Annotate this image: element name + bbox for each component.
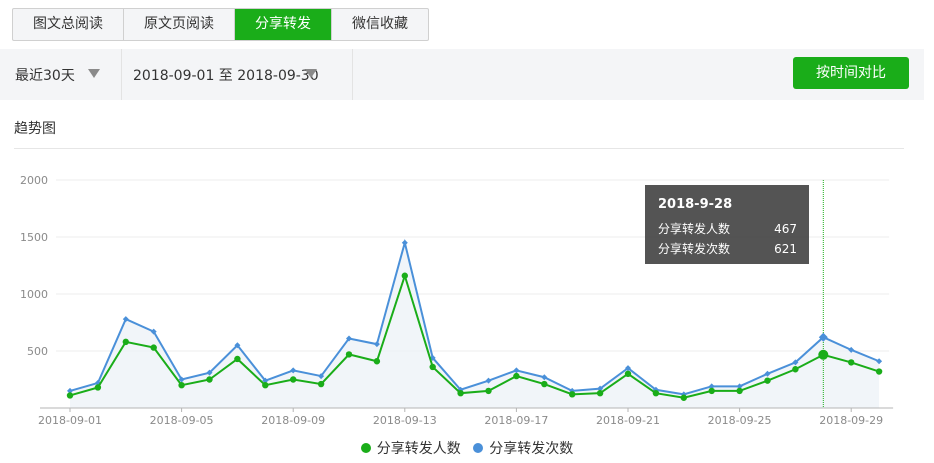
x-tick-label: 2018-09-29 <box>819 414 883 427</box>
data-point <box>764 377 771 384</box>
x-tick-label: 2018-09-05 <box>150 414 214 427</box>
data-point <box>94 384 102 391</box>
data-point <box>317 380 325 388</box>
tooltip-row: 分享转发次数 621 <box>658 239 797 259</box>
tooltip-row-label: 分享转发人数 <box>658 222 731 236</box>
data-point <box>66 392 74 399</box>
y-tick-label: 1000 <box>20 288 48 301</box>
data-point <box>262 382 269 389</box>
data-point <box>290 376 297 383</box>
legend-label: 分享转发人数 <box>376 441 461 457</box>
data-point <box>345 351 353 358</box>
data-point <box>792 366 799 373</box>
data-point <box>541 380 548 388</box>
y-tick-label: 1500 <box>20 231 48 244</box>
x-tick-label: 2018-09-01 <box>38 414 102 427</box>
data-point <box>457 389 464 397</box>
x-tick-label: 2018-09-09 <box>261 414 325 427</box>
legend-label: 分享转发次数 <box>489 441 574 457</box>
y-tick-label: 500 <box>27 345 48 358</box>
x-tick-label: 2018-09-13 <box>373 414 437 427</box>
x-tick-label: 2018-09-17 <box>484 414 548 427</box>
data-point <box>708 387 715 395</box>
chart-legend: 分享转发人数 分享转发次数 <box>0 438 934 458</box>
tab-share-forward[interactable]: 分享转发 <box>235 9 332 40</box>
data-point <box>401 239 408 246</box>
legend-dot-icon <box>360 443 371 453</box>
compare-by-time-button[interactable]: 按时间对比 <box>793 57 909 89</box>
data-point <box>596 389 604 397</box>
data-point <box>818 349 829 360</box>
range-select[interactable]: 最近30天 <box>0 49 122 100</box>
data-point <box>373 358 381 365</box>
series-line <box>69 238 880 396</box>
x-tick-label: 2018-09-25 <box>708 414 772 427</box>
y-tick-label: 2000 <box>20 174 48 187</box>
data-point <box>513 372 520 380</box>
tooltip-date: 2018-9-28 <box>658 197 733 212</box>
tooltip-row-value: 467 <box>774 222 797 236</box>
data-point <box>652 389 660 397</box>
section-title: 趋势图 <box>14 121 56 137</box>
tab-bar: 图文总阅读 原文页阅读 分享转发 微信收藏 <box>12 8 429 41</box>
data-point <box>624 370 632 377</box>
tooltip-row-value: 621 <box>774 242 797 256</box>
data-point <box>569 391 576 398</box>
data-point <box>875 368 883 375</box>
tab-original-page-reads[interactable]: 原文页阅读 <box>124 9 235 40</box>
data-point <box>736 387 743 395</box>
data-point <box>485 387 492 395</box>
data-point <box>680 394 687 401</box>
x-tick-label: 2018-09-21 <box>596 414 660 427</box>
tab-wechat-favorites[interactable]: 微信收藏 <box>332 9 428 40</box>
chevron-down-icon <box>305 69 317 78</box>
chevron-down-icon <box>88 69 100 78</box>
data-point <box>234 355 241 363</box>
data-point <box>150 344 157 351</box>
date-range-picker[interactable]: 2018-09-01 至 2018-09-30 <box>122 49 353 100</box>
tooltip-row: 分享转发人数 467 <box>658 219 797 239</box>
data-point <box>848 359 855 366</box>
data-point <box>429 363 436 371</box>
legend-item-people[interactable]: 分享转发人数 <box>360 438 461 458</box>
data-point <box>122 338 129 346</box>
tooltip-row-label: 分享转发次数 <box>658 242 731 256</box>
legend-dot-icon <box>473 443 484 453</box>
filter-bar: 最近30天 2018-09-01 至 2018-09-30 <box>0 49 924 100</box>
range-select-label: 最近30天 <box>15 68 75 84</box>
section-divider <box>14 148 904 149</box>
legend-item-times[interactable]: 分享转发次数 <box>473 438 573 458</box>
date-range-label: 2018-09-01 至 2018-09-30 <box>133 68 319 84</box>
chart-tooltip: 2018-9-28 分享转发人数 467 分享转发次数 621 <box>645 185 809 264</box>
data-point <box>206 376 213 383</box>
data-point <box>178 382 185 389</box>
data-point <box>401 272 408 279</box>
tab-article-total-reads[interactable]: 图文总阅读 <box>13 9 124 40</box>
